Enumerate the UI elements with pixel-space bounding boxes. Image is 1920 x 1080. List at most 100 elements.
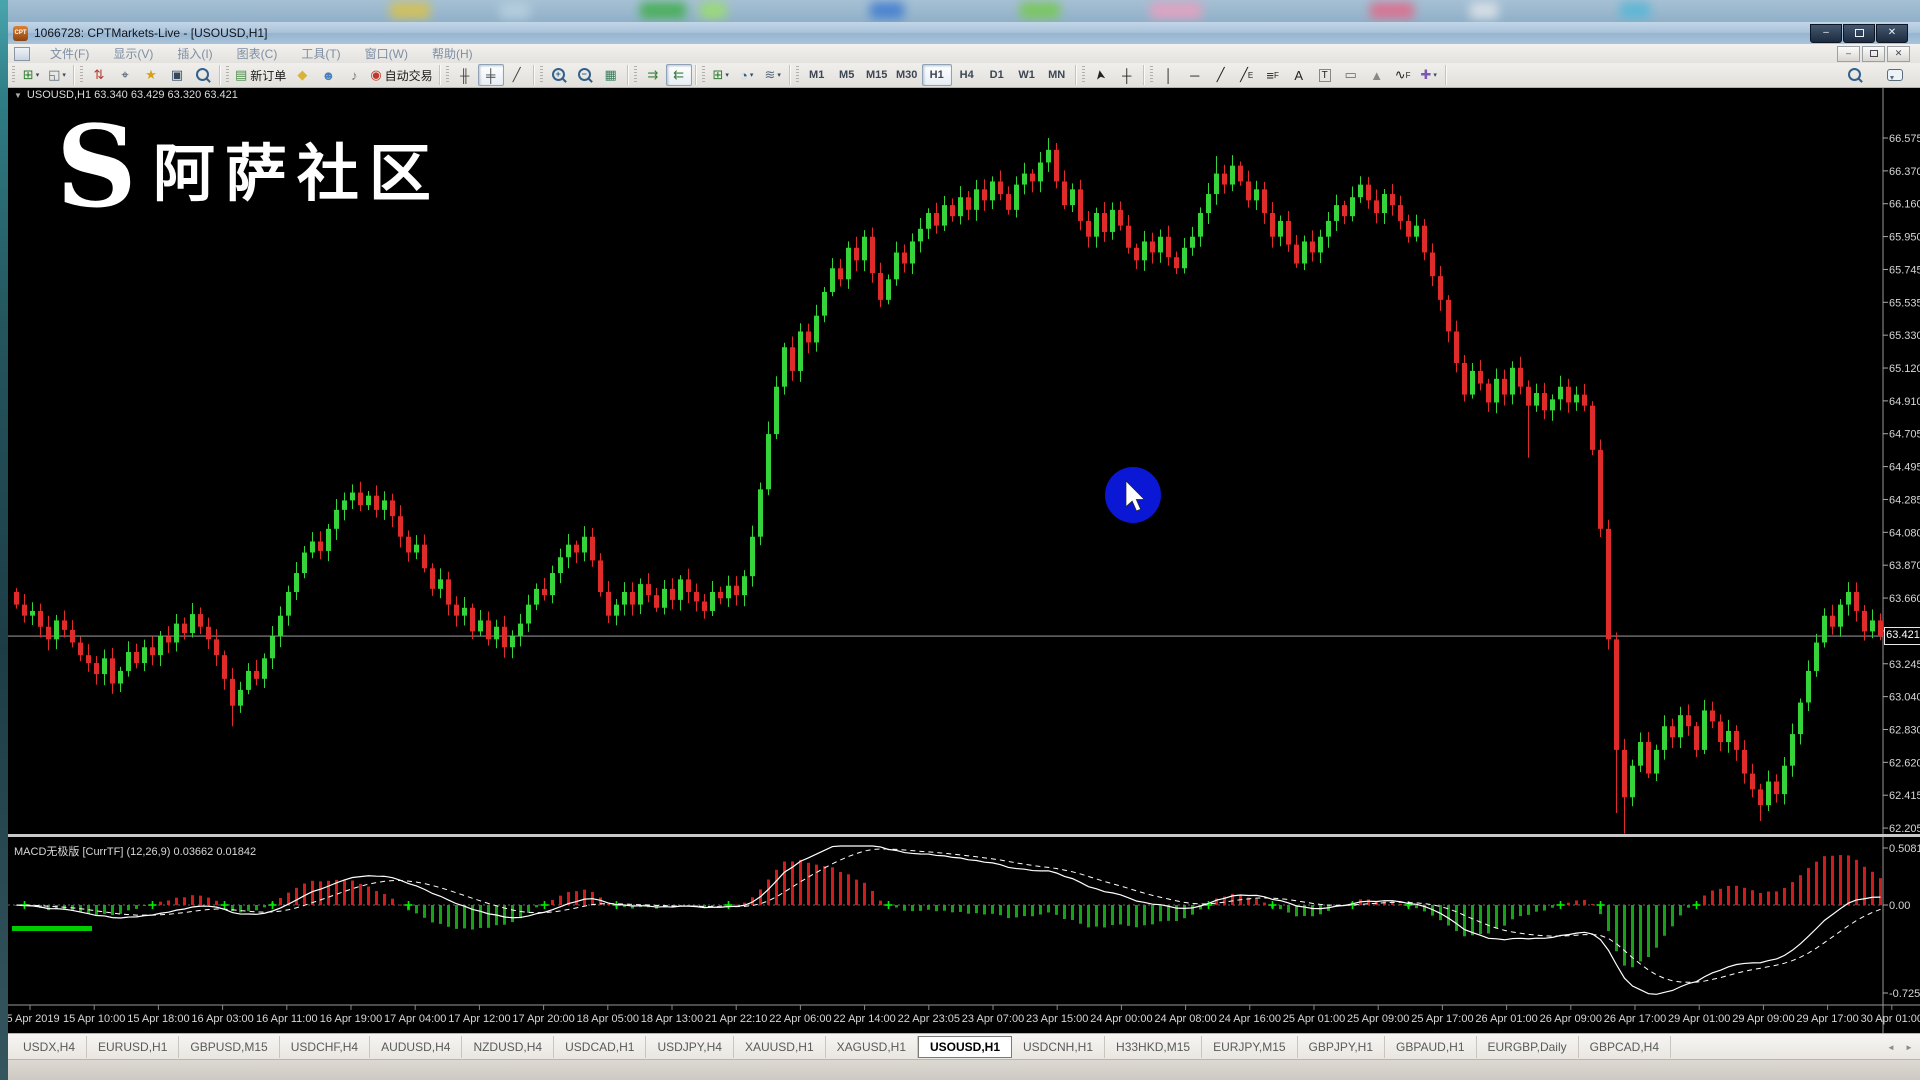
arrows-button[interactable]: ✚▾ xyxy=(1416,64,1442,86)
minimize-button[interactable]: – xyxy=(1810,24,1842,43)
toolbar-grip[interactable] xyxy=(446,66,449,84)
toolbar-grip[interactable] xyxy=(1150,66,1153,84)
zoom-in-button[interactable]: + xyxy=(546,64,572,86)
menu-item-3[interactable]: 图表(C) xyxy=(225,45,290,63)
tab-usdchf-h4[interactable]: USDCHF,H4 xyxy=(280,1036,370,1058)
candle-body xyxy=(670,589,675,600)
toolbar-grip[interactable] xyxy=(12,66,15,84)
tab-eurusd-h1[interactable]: EURUSD,H1 xyxy=(87,1036,179,1058)
menu-item-1[interactable]: 显示(V) xyxy=(101,45,165,63)
tab-gbpusd-m15[interactable]: GBPUSD,M15 xyxy=(179,1036,279,1058)
tab-gbpcad-h4[interactable]: GBPCAD,H4 xyxy=(1579,1036,1671,1058)
toolbar-grip[interactable] xyxy=(80,66,83,84)
line-chart-button[interactable]: ╱ xyxy=(504,64,530,86)
crosshair-button[interactable]: ┼ xyxy=(1114,64,1140,86)
search-button[interactable] xyxy=(1842,64,1868,86)
toolbar-grip[interactable] xyxy=(226,66,229,84)
chat-button[interactable] xyxy=(1882,64,1908,86)
triangle-icon: ▲ xyxy=(1370,68,1383,83)
toolbar-grip[interactable] xyxy=(702,66,705,84)
tab-audusd-h4[interactable]: AUDUSD,H4 xyxy=(370,1036,462,1058)
tab-eurgbp-daily[interactable]: EURGBP,Daily xyxy=(1477,1036,1579,1058)
data-window-button[interactable]: ⌖ xyxy=(112,64,138,86)
tab-scroll-right-button[interactable]: ► xyxy=(1902,1040,1916,1054)
candle-body xyxy=(1662,726,1667,750)
periods-button[interactable]: ◔▾ xyxy=(734,64,760,86)
toolbar-grip[interactable] xyxy=(540,66,543,84)
tab-nzdusd-h4[interactable]: NZDUSD,H4 xyxy=(462,1036,554,1058)
close-button[interactable]: ✕ xyxy=(1876,24,1908,43)
child-minimize-button[interactable]: – xyxy=(1837,46,1860,62)
chart-shift-button[interactable]: ⇇ xyxy=(666,64,692,86)
toolbar-grip[interactable] xyxy=(634,66,637,84)
tab-usdjpy-h4[interactable]: USDJPY,H4 xyxy=(646,1036,733,1058)
chart-window-icon xyxy=(14,47,30,61)
trendline-icon: ╱ xyxy=(1217,67,1225,83)
new-order-button[interactable]: ▤新订单 xyxy=(232,64,289,86)
text-button[interactable]: A xyxy=(1286,64,1312,86)
tile-windows-button[interactable]: ▦ xyxy=(598,64,624,86)
child-restore-button[interactable] xyxy=(1862,46,1885,62)
timeframe-mn[interactable]: MN xyxy=(1042,64,1072,86)
market-watch-button[interactable]: ⇅ xyxy=(86,64,112,86)
child-close-button[interactable]: ✕ xyxy=(1887,46,1910,62)
tester-button[interactable] xyxy=(190,64,216,86)
label-button[interactable]: T xyxy=(1312,64,1338,86)
toolbar-grip[interactable] xyxy=(1082,66,1085,84)
timeframe-d1[interactable]: D1 xyxy=(982,64,1012,86)
fibonacci-button[interactable]: ≡F xyxy=(1260,64,1286,86)
profiles-button[interactable]: ◱▾ xyxy=(44,64,70,86)
time-axis-label: 22 Apr 06:00 xyxy=(769,1013,831,1025)
candle-body xyxy=(1422,226,1427,253)
zoom-out-button[interactable]: − xyxy=(572,64,598,86)
pane-splitter xyxy=(8,834,1920,837)
tab-scroll-left-button[interactable]: ◄ xyxy=(1884,1040,1898,1054)
candlestick-button[interactable]: ╪ xyxy=(478,64,504,86)
terminal-button[interactable]: ▣ xyxy=(164,64,190,86)
timeframe-m30[interactable]: M30 xyxy=(892,64,922,86)
indicators-button[interactable]: ⊞▾ xyxy=(708,64,734,86)
tab-usdcad-h1[interactable]: USDCAD,H1 xyxy=(554,1036,646,1058)
candle-body xyxy=(1758,789,1763,805)
auto-scroll-button[interactable]: ⇉ xyxy=(640,64,666,86)
rectangle-button[interactable]: ▭ xyxy=(1338,64,1364,86)
timeframe-m5[interactable]: M5 xyxy=(832,64,862,86)
menu-item-4[interactable]: 工具(T) xyxy=(289,45,352,63)
tab-eurjpy-m15[interactable]: EURJPY,M15 xyxy=(1202,1036,1297,1058)
bar-chart-button[interactable]: ╫ xyxy=(452,64,478,86)
candle-body xyxy=(598,560,603,592)
restore-button[interactable] xyxy=(1843,24,1875,43)
community-button[interactable]: ☻ xyxy=(315,64,341,86)
templates-button[interactable]: ≋▾ xyxy=(760,64,786,86)
menu-item-6[interactable]: 帮助(H) xyxy=(420,45,485,63)
menu-item-2[interactable]: 插入(I) xyxy=(165,45,224,63)
timeframe-m15[interactable]: M15 xyxy=(862,64,892,86)
sound-button[interactable]: ♪ xyxy=(341,64,367,86)
fibo-channel-button[interactable]: ∿F xyxy=(1390,64,1416,86)
tab-usdcnh-h1[interactable]: USDCNH,H1 xyxy=(1012,1036,1105,1058)
menu-item-0[interactable]: 文件(F) xyxy=(38,45,101,63)
vline-button[interactable]: │ xyxy=(1156,64,1182,86)
cursor-button[interactable]: ➤ xyxy=(1088,64,1114,86)
timeframe-h1[interactable]: H1 xyxy=(922,64,952,86)
toolbar-grip[interactable] xyxy=(796,66,799,84)
hline-button[interactable]: ─ xyxy=(1182,64,1208,86)
menu-item-5[interactable]: 窗口(W) xyxy=(353,45,420,63)
tab-gbpjpy-h1[interactable]: GBPJPY,H1 xyxy=(1298,1036,1385,1058)
navigator-button[interactable]: ★ xyxy=(138,64,164,86)
triangle-button[interactable]: ▲ xyxy=(1364,64,1390,86)
metaeditor-button[interactable]: ◆ xyxy=(289,64,315,86)
timeframe-w1[interactable]: W1 xyxy=(1012,64,1042,86)
tab-xauusd-h1[interactable]: XAUUSD,H1 xyxy=(734,1036,826,1058)
timeframe-h4[interactable]: H4 xyxy=(952,64,982,86)
tab-h33hkd-m15[interactable]: H33HKD,M15 xyxy=(1105,1036,1202,1058)
timeframe-m1[interactable]: M1 xyxy=(802,64,832,86)
tab-xagusd-h1[interactable]: XAGUSD,H1 xyxy=(826,1036,918,1058)
new-chart-button[interactable]: ⊞▾ xyxy=(18,64,44,86)
tab-usdx-h4[interactable]: USDX,H4 xyxy=(12,1036,87,1058)
trendline-button[interactable]: ╱ xyxy=(1208,64,1234,86)
tab-usousd-h1[interactable]: USOUSD,H1 xyxy=(918,1036,1012,1058)
autotrade-button[interactable]: ◉自动交易 xyxy=(367,64,435,86)
channel-button[interactable]: ╱E xyxy=(1234,64,1260,86)
tab-gbpaud-h1[interactable]: GBPAUD,H1 xyxy=(1385,1036,1476,1058)
